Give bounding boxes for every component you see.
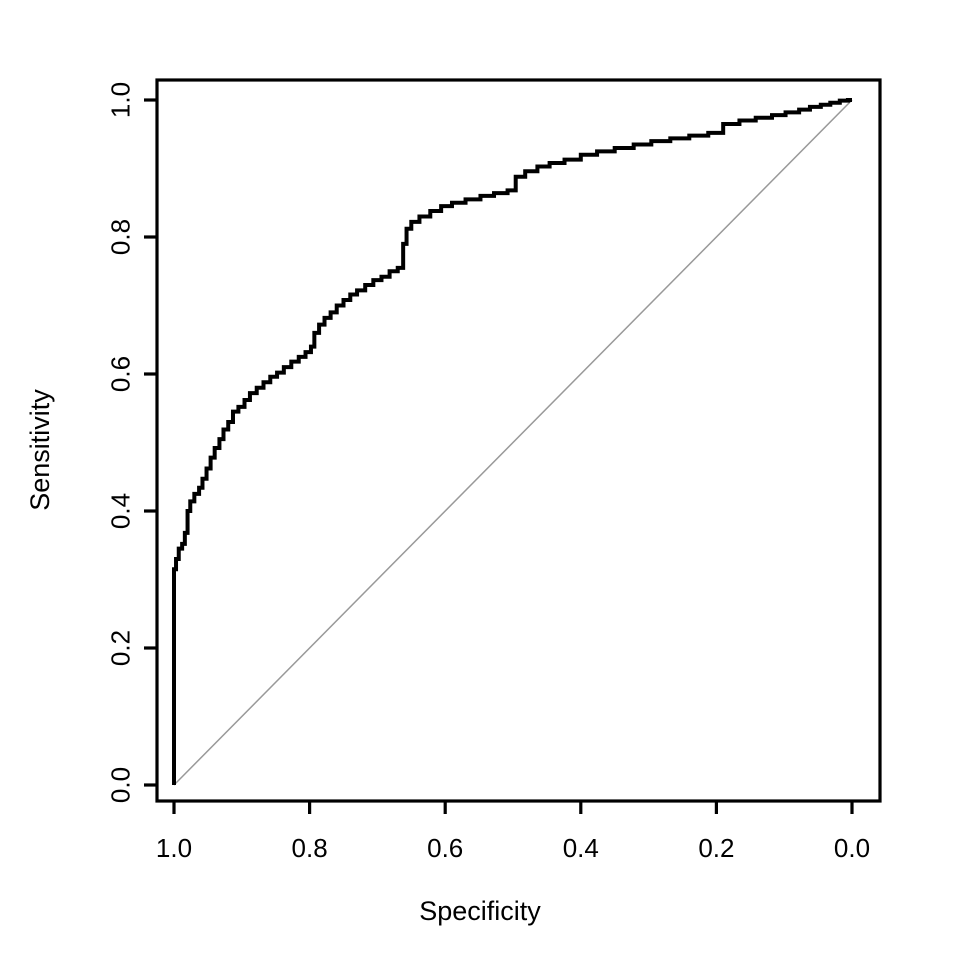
x-tick-label: 1.0 <box>155 833 193 863</box>
y-tick-label: 0.4 <box>105 492 136 530</box>
plot-background <box>0 0 960 960</box>
x-axis-title: Specificity <box>419 896 541 926</box>
y-tick-label: 0.2 <box>105 629 136 667</box>
x-tick-label: 0.8 <box>291 833 328 863</box>
y-tick-label: 0.0 <box>105 766 136 804</box>
y-tick-label: 0.8 <box>105 218 136 256</box>
x-tick-label: 0.4 <box>562 833 599 863</box>
roc-chart-canvas <box>0 0 960 960</box>
y-tick-label: 1.0 <box>105 81 136 119</box>
x-tick-label: 0.0 <box>833 833 871 863</box>
x-tick-label: 0.6 <box>427 833 464 863</box>
roc-plot-figure: 1.0 0.8 0.6 0.4 0.2 0.0 0.0 0.2 0.4 0.6 0.8 1.0 Spe… <box>0 0 960 960</box>
y-tick-label: 0.6 <box>105 355 136 393</box>
x-tick-label: 0.2 <box>698 833 735 863</box>
y-axis-title-text: Sensitivity <box>25 389 55 511</box>
